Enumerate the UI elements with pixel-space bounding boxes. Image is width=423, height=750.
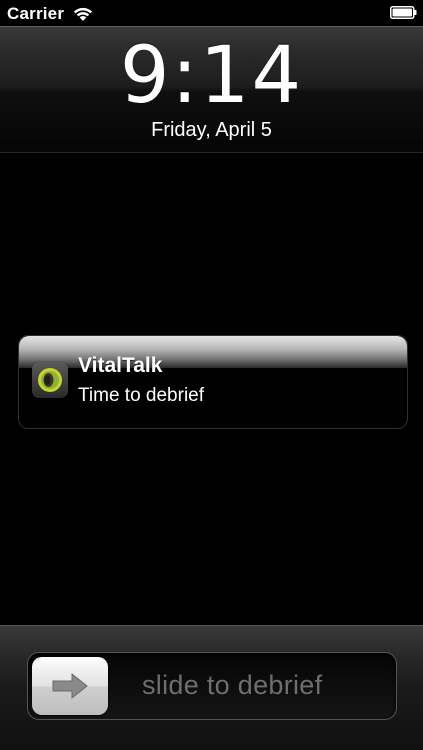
unlock-slider-knob[interactable] [32,657,108,715]
clock-time: 9:14 [119,31,304,121]
notification-app-name: VitalTalk [78,354,163,377]
notification-banner[interactable]: VitalTalk Time to debrief [18,335,408,429]
arrow-right-icon [52,672,88,700]
clock-date: Friday, April 5 [151,119,272,141]
vitaltalk-app-icon [32,362,68,398]
status-bar: Carrier [0,0,423,26]
unlock-slider-bar: slide to debrief [0,625,423,750]
notification-message: Time to debrief [78,385,205,406]
unlock-slider-track[interactable]: slide to debrief [27,652,397,720]
battery-icon [390,6,417,19]
vitaltalk-logo-icon [38,368,62,392]
unlock-slider-label: slide to debrief [142,670,323,700]
lock-clock-header: 9:14 Friday, April 5 [0,26,423,153]
wifi-icon [73,7,93,21]
carrier-label: Carrier [7,4,65,23]
